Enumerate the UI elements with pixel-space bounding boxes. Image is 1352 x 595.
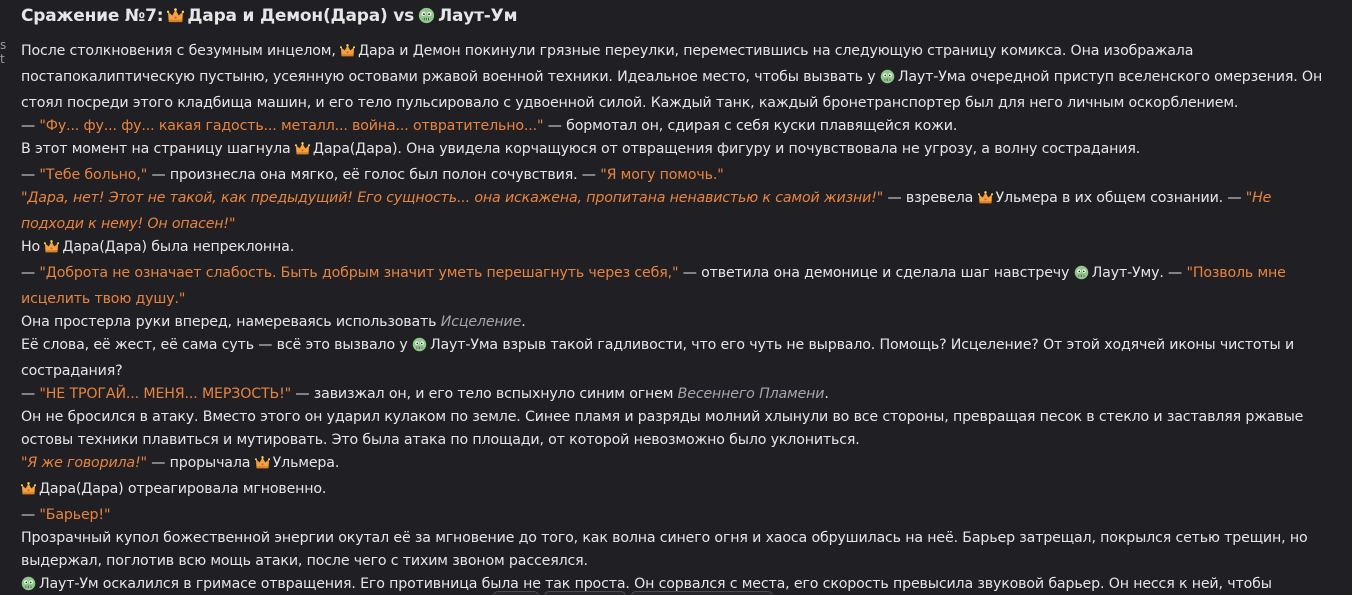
story-paragraph: — "Доброта не означает слабость. Быть до…	[21, 265, 1286, 307]
story-paragraph: После столкновения с безумным инцелом, Д…	[21, 43, 1323, 111]
action-button[interactable]	[631, 591, 773, 595]
fighter-b-name: Лаут-Ум	[438, 6, 518, 26]
dialogue-quote: "Доброта не означает слабость. Быть добр…	[39, 265, 679, 281]
dialogue-quote: "Дара, нет! Этот не такой, как предыдущи…	[21, 190, 884, 206]
story-paragraph: — "Фу... фу... фу... какая гадость... ме…	[21, 118, 958, 134]
story-paragraph: Он не бросился в атаку. Вместо этого он …	[21, 409, 1304, 448]
zombie-face-icon	[412, 337, 427, 360]
story-paragraph: Она простерла руки вперед, намереваясь и…	[21, 314, 526, 330]
story-paragraph: "Дара, нет! Этот не такой, как предыдущи…	[21, 190, 1272, 232]
crown-icon	[44, 239, 59, 262]
spell-name: Исцеление	[440, 314, 522, 330]
story-paragraph: Но Дара(Дара) была непреклонна.	[21, 236, 1333, 262]
message-action-bar	[0, 591, 1352, 595]
versus-label: vs	[393, 6, 415, 26]
gutter-char: s	[0, 38, 7, 52]
fighter-a-name: Дара и Демон(Дара)	[187, 6, 388, 26]
crown-icon	[978, 190, 993, 213]
story-paragraph: — "НЕ ТРОГАЙ... МЕНЯ... МЕРЗОСТЬ!" — зав…	[21, 386, 829, 402]
spell-name: Весеннего Пламени	[677, 386, 825, 402]
story-paragraph: Прозрачный купол божественной энергии ок…	[21, 530, 1308, 569]
story-text: После столкновения с безумным инцелом, Д…	[21, 40, 1333, 595]
dialogue-quote: "Я могу помочь."	[600, 167, 724, 183]
gutter-char: t	[0, 52, 5, 66]
dialogue-quote: "НЕ ТРОГАЙ... МЕНЯ... МЕРЗОСТЬ!"	[39, 386, 291, 402]
action-button[interactable]	[544, 591, 626, 595]
zombie-face-icon	[1074, 265, 1089, 288]
story-paragraph: — "Тебе больно," — произнесла она мягко,…	[21, 167, 724, 183]
side-gutter: s t	[0, 38, 10, 66]
chat-message: Сражение №7: Дара и Демон(Дара) vs Лаут-Ум…	[21, 4, 1333, 595]
dialogue-quote: "Барьер!"	[39, 507, 111, 523]
story-paragraph: Дара(Дара) отреагировала мгновенно.	[21, 478, 1333, 504]
battle-number: Сражение №7:	[21, 6, 164, 26]
crown-icon	[295, 141, 310, 164]
story-paragraph: — "Барьер!"	[21, 507, 111, 523]
action-button[interactable]	[493, 591, 539, 595]
zombie-face-icon	[418, 7, 435, 31]
crown-icon	[167, 7, 184, 31]
crown-icon	[21, 481, 36, 504]
crown-icon	[255, 455, 270, 478]
crown-icon	[340, 43, 355, 66]
story-paragraph: "Я же говорила!" — прорычала Ульмера.	[21, 452, 1333, 478]
zombie-face-icon	[880, 69, 895, 92]
battle-title: Сражение №7: Дара и Демон(Дара) vs Лаут-Ум	[21, 4, 1333, 28]
dialogue-quote: "Я же говорила!"	[21, 455, 147, 471]
dialogue-quote: "Тебе больно,"	[39, 167, 148, 183]
story-paragraph: В этот момент на страницу шагнула Дара(Д…	[21, 138, 1333, 164]
dialogue-quote: "Фу... фу... фу... какая гадость... мета…	[39, 118, 544, 134]
story-paragraph: Её слова, её жест, её сама суть — всё эт…	[21, 337, 1295, 379]
